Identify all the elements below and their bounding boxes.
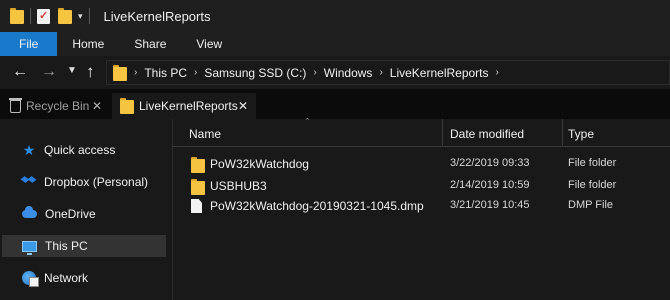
sidebar-item-label: This PC [45, 239, 88, 253]
sort-indicator-icon: ˆ [306, 117, 309, 127]
address-bar[interactable]: › This PC › Samsung SSD (C:) › Windows ›… [106, 60, 670, 85]
customize-dropdown-icon[interactable]: ▾ [78, 11, 83, 22]
column-header-date-modified[interactable]: Date modified [450, 127, 524, 141]
navigation-bar: ← → ▼ ↑ › This PC › Samsung SSD (C:) › W… [0, 56, 670, 89]
file-name: USBHUB3 [210, 179, 267, 193]
properties-icon[interactable] [37, 8, 50, 24]
column-header-name[interactable]: Name [189, 127, 221, 141]
close-icon[interactable]: ✕ [238, 99, 248, 113]
recent-locations-chevron-icon[interactable]: ▼ [67, 65, 77, 76]
breadcrumb-drive[interactable]: Samsung SSD (C:) [204, 66, 306, 80]
breadcrumb-livekernelreports[interactable]: LiveKernelReports [390, 66, 489, 80]
file-list: ˆ Name Date modified Type PoW32kWatchdog… [172, 117, 670, 300]
up-arrow-icon[interactable]: ↑ [86, 62, 95, 82]
tab-view[interactable]: View [181, 32, 237, 56]
forward-arrow-icon[interactable]: → [41, 63, 57, 81]
file-date-modified: 3/22/2019 09:33 [450, 157, 530, 169]
folder-icon [113, 64, 127, 81]
file-row[interactable]: PoW32kWatchdog 3/22/2019 09:33 File fold… [186, 153, 670, 173]
sidebar-item-label: Quick access [44, 143, 116, 157]
folder-icon [191, 179, 205, 195]
tab-home[interactable]: Home [57, 32, 119, 56]
chevron-right-icon[interactable]: › [313, 67, 316, 78]
star-icon: ★ [22, 141, 36, 158]
file-row[interactable]: USBHUB3 2/14/2019 10:59 File folder [186, 175, 670, 195]
folder-icon [10, 8, 24, 24]
sidebar-item-label: OneDrive [45, 207, 96, 221]
pc-icon [22, 240, 37, 255]
explorer-tabs: Recycle Bin ✕ LiveKernelReports ✕ [0, 89, 670, 119]
sidebar-item-label: Network [44, 271, 89, 285]
file-type: DMP File [568, 199, 614, 211]
sidebar-item-label: Dropbox (Personal) [44, 175, 149, 189]
file-date-modified: 3/21/2019 10:45 [450, 199, 530, 211]
folder-icon [191, 157, 205, 173]
tab-label: LiveKernelReports [139, 99, 238, 113]
tab-share[interactable]: Share [119, 32, 181, 56]
tab-recycle-bin[interactable]: Recycle Bin ✕ [4, 93, 110, 119]
sidebar-item-dropbox[interactable]: Dropbox (Personal) [2, 171, 166, 193]
chevron-right-icon[interactable]: › [134, 67, 137, 78]
quick-access-toolbar: ▾ [10, 8, 96, 24]
file-icon [191, 199, 202, 213]
tab-file[interactable]: File [0, 32, 58, 56]
chevron-right-icon[interactable]: › [496, 67, 499, 78]
new-folder-icon[interactable] [58, 8, 72, 24]
dropbox-icon [22, 176, 36, 188]
file-date-modified: 2/14/2019 10:59 [450, 179, 530, 191]
column-header-type[interactable]: Type [568, 127, 594, 141]
file-type: File folder [568, 157, 617, 169]
file-name: PoW32kWatchdog-20190321-1045.dmp [210, 199, 424, 213]
tab-label: Recycle Bin [26, 99, 90, 113]
network-icon [22, 271, 39, 287]
column-header-row: ˆ Name Date modified Type [172, 117, 670, 147]
recycle-bin-icon [9, 97, 22, 113]
file-row[interactable]: PoW32kWatchdog-20190321-1045.dmp 3/21/20… [186, 195, 670, 215]
folder-icon [120, 98, 134, 114]
close-icon[interactable]: ✕ [92, 99, 102, 113]
sidebar-item-onedrive[interactable]: OneDrive [2, 203, 166, 225]
breadcrumb-windows[interactable]: Windows [324, 66, 373, 80]
toolbar-divider [30, 8, 31, 24]
column-divider[interactable] [442, 119, 443, 147]
column-divider[interactable] [562, 119, 563, 147]
file-type: File folder [568, 179, 617, 191]
toolbar-divider [88, 8, 90, 24]
sidebar-item-network[interactable]: Network [2, 267, 166, 289]
cloud-icon [22, 206, 37, 218]
sidebar-item-this-pc[interactable]: This PC [2, 235, 166, 257]
breadcrumb-this-pc[interactable]: This PC [144, 66, 187, 80]
ribbon-tabs: File Home Share View [0, 32, 670, 56]
sidebar-item-quick-access[interactable]: ★ Quick access [2, 139, 166, 161]
file-name: PoW32kWatchdog [210, 157, 309, 171]
navigation-pane: ★ Quick access Dropbox (Personal) OneDri… [0, 119, 172, 300]
chevron-right-icon[interactable]: › [379, 67, 382, 78]
title-bar: ▾ LiveKernelReports [0, 0, 670, 32]
window-title: LiveKernelReports [103, 8, 211, 24]
tab-livekernelreports[interactable]: LiveKernelReports ✕ [112, 93, 256, 119]
back-arrow-icon[interactable]: ← [12, 63, 28, 81]
chevron-right-icon[interactable]: › [194, 67, 197, 78]
